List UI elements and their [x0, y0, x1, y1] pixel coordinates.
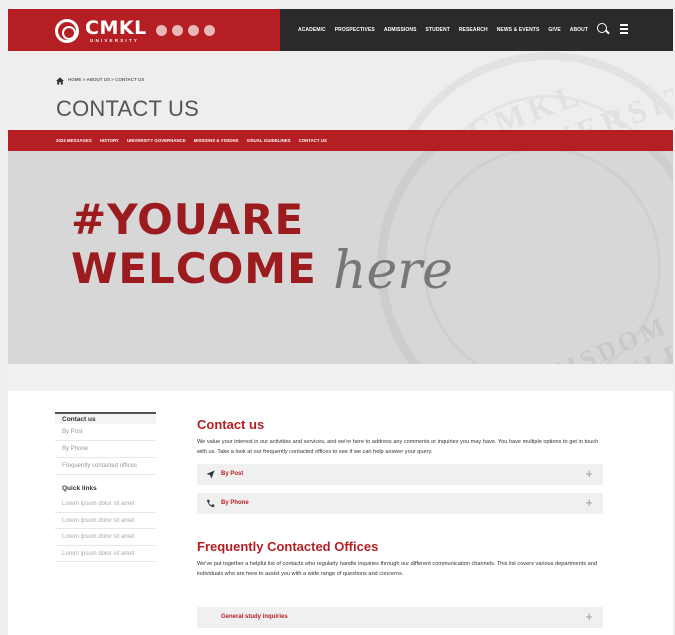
accordion-label: General study inquiries: [221, 614, 288, 620]
section-subnav: 2024 MESSAGES HISTORY UNIVERSITY GOVERNA…: [8, 130, 673, 151]
expand-plus-icon[interactable]: +: [585, 495, 593, 510]
quick-link-item[interactable]: Lorem ipsum dolor sit amet: [55, 546, 156, 562]
hero-headline-line1: #YOUARE: [71, 195, 305, 244]
phone-icon: [206, 499, 215, 508]
accordion-by-post[interactable]: By Post +: [197, 464, 603, 485]
instagram-icon[interactable]: [172, 25, 183, 36]
sidebar-heading[interactable]: Contact us: [55, 412, 156, 424]
quick-links-heading: Quick links: [62, 485, 97, 492]
hero-script-text: here: [333, 241, 453, 301]
hero-headline-line2: WELCOME: [71, 244, 317, 293]
subnav-item-history[interactable]: HISTORY: [100, 138, 119, 143]
subnav-item-visual-guidelines[interactable]: VISUAL GUIDELINES: [247, 138, 291, 143]
nav-item-prospectives[interactable]: PROSPECTIVES: [335, 27, 375, 33]
logo-emblem-icon[interactable]: [55, 19, 79, 43]
sidebar: Contact us By Post By Phone Frequently c…: [55, 412, 156, 562]
accordion-label: By Phone: [221, 500, 249, 506]
search-icon[interactable]: [597, 23, 607, 33]
subnav-item-university-governance[interactable]: UNIVERSITY GOVERNANCE: [127, 138, 186, 143]
quick-link-item[interactable]: Lorem ipsum dolor sit amet: [55, 496, 156, 513]
accordion-label: By Post: [221, 471, 244, 477]
accordion-general-study[interactable]: General study inquiries +: [197, 607, 603, 628]
subnav-item-contact-us[interactable]: CONTACT US: [299, 138, 327, 143]
home-icon[interactable]: [56, 77, 64, 85]
sidebar-item-frequent-offices[interactable]: Frequently contacted offices: [55, 458, 156, 475]
hamburger-menu-icon[interactable]: [620, 24, 628, 34]
page: CMKL UNIVERSITY ACADEMIC PROSPECTIVES AD…: [8, 9, 673, 635]
nav-item-research[interactable]: RESEARCH: [459, 27, 488, 33]
youtube-icon[interactable]: [188, 25, 199, 36]
sidebar-item-by-phone[interactable]: By Phone: [55, 441, 156, 458]
contact-description: We value your interest in our activities…: [197, 439, 599, 455]
subnav-item-2024-messages[interactable]: 2024 MESSAGES: [56, 138, 92, 143]
main-content: Contact us We value your interest in our…: [197, 414, 603, 635]
title-banner: CMKL UNIVERSITY HOME > ABOUT US > CONTAC…: [8, 51, 673, 130]
nav-item-admissions[interactable]: ADMISSIONS: [384, 27, 417, 33]
brand-area: CMKL UNIVERSITY: [8, 9, 280, 51]
contact-heading: Contact us: [197, 417, 265, 432]
nav-item-news-events[interactable]: NEWS & EVENTS: [497, 27, 540, 33]
hero-banner: WISDOM & KNOWLEDGE #YOUARE WELCOME here: [8, 151, 673, 364]
expand-plus-icon[interactable]: +: [585, 609, 593, 624]
offices-description: We've put together a helpful list of con…: [197, 561, 597, 577]
breadcrumb[interactable]: HOME > ABOUT US > CONTACT US: [68, 77, 144, 82]
main-nav: ACADEMIC PROSPECTIVES ADMISSIONS STUDENT…: [298, 9, 588, 51]
logo-wordmark[interactable]: CMKL: [85, 17, 147, 39]
page-title: CONTACT US: [56, 96, 199, 121]
linkedin-icon[interactable]: [204, 25, 215, 36]
expand-plus-icon[interactable]: +: [585, 466, 593, 481]
quick-link-item[interactable]: Lorem ipsum dolor sit amet: [55, 513, 156, 529]
divider-band: [8, 364, 673, 391]
paper-plane-icon: [206, 470, 215, 479]
nav-item-give[interactable]: GIVE: [548, 27, 560, 33]
facebook-icon[interactable]: [156, 25, 167, 36]
subnav-item-missions-visions[interactable]: MISSIONS & VISIONS: [194, 138, 239, 143]
nav-item-student[interactable]: STUDENT: [426, 27, 450, 33]
nav-item-about[interactable]: ABOUT: [570, 27, 588, 33]
offices-heading: Frequently Contacted Offices: [197, 539, 379, 554]
quick-link-item[interactable]: Lorem ipsum dolor sit amet: [55, 529, 156, 546]
sidebar-item-by-post[interactable]: By Post: [55, 424, 156, 441]
logo-subtitle: UNIVERSITY: [90, 38, 140, 43]
accordion-by-phone[interactable]: By Phone +: [197, 493, 603, 514]
top-header: CMKL UNIVERSITY ACADEMIC PROSPECTIVES AD…: [8, 9, 673, 51]
nav-item-academic[interactable]: ACADEMIC: [298, 27, 326, 33]
